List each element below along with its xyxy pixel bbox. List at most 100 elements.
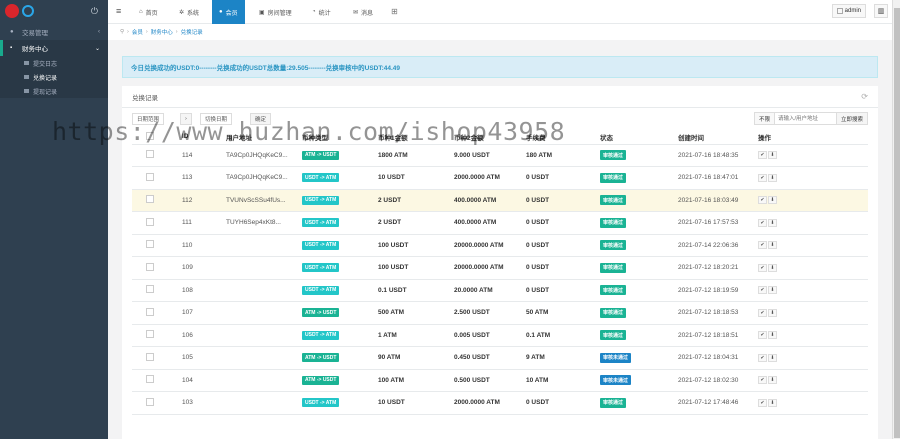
tab-label: 首页 [145, 10, 158, 17]
cell-time: 2021-07-16 18:47:01 [678, 166, 758, 190]
submenu-item-withdraw-record[interactable]: 提现记录 [0, 84, 108, 98]
row-select-cell [132, 189, 182, 212]
sidebar-item-trade[interactable]: ● 交易管理 ‹ [0, 24, 108, 40]
cell-time: 2021-07-16 18:03:49 [678, 189, 758, 212]
approve-button[interactable]: ✔ [758, 286, 767, 295]
tab-label: 房间管理 [267, 10, 292, 17]
breadcrumb-finance[interactable]: 财务中心 [151, 28, 173, 36]
submenu-item-submit-log[interactable]: 提交日志 [0, 56, 108, 70]
tab-system[interactable]: ✲ 系统 [172, 0, 206, 24]
row-checkbox[interactable] [146, 172, 154, 181]
tab-home[interactable]: ⌂ 首页 [132, 0, 165, 24]
fee-value: 0 USDT [526, 264, 550, 272]
row-checkbox[interactable] [146, 195, 154, 204]
cell-fee: 0 USDT [526, 391, 600, 415]
amount1-value: 1800 ATM [378, 151, 408, 159]
pin-button[interactable]: ⬇ [768, 398, 777, 407]
page-scrollbar[interactable] [892, 0, 900, 439]
row-checkbox[interactable] [146, 217, 154, 226]
cell-amount1: 100 ATM [378, 369, 454, 392]
pin-button[interactable]: ⬇ [768, 196, 777, 205]
approve-button[interactable]: ✔ [758, 241, 767, 250]
row-select-cell [132, 346, 182, 370]
approve-button[interactable]: ✔ [758, 151, 767, 160]
cell-id: 110 [182, 234, 226, 257]
menu-toggle-icon[interactable]: ≡ [116, 6, 121, 16]
cell-amount2: 2000.0000 ATM [454, 166, 526, 190]
admin-menu[interactable]: admin [831, 4, 866, 18]
grid-icon[interactable]: ⊞ [391, 7, 398, 16]
search-button-label: 立即搜索 [840, 116, 863, 123]
cell-fee: 0.1 ATM [526, 324, 600, 347]
chevron-down-icon: ⌄ [94, 45, 100, 52]
tab-room[interactable]: ▣ 房间管理 [252, 0, 299, 24]
summary-alert: 今日兑换成功的USDT:0--------兑换成功的USDT总数量:29.505… [122, 56, 878, 78]
search-input[interactable] [774, 112, 837, 125]
row-checkbox[interactable] [146, 352, 154, 361]
breadcrumb-exchange[interactable]: 兑换记录 [181, 28, 203, 36]
row-checkbox[interactable] [146, 285, 154, 294]
cell-status: 审核未通过 [600, 346, 678, 370]
row-checkbox[interactable] [146, 397, 154, 406]
type-badge: USDT -> ATM [302, 173, 340, 183]
pin-button[interactable]: ⬇ [768, 308, 777, 317]
logo-area: ⏻ [0, 0, 108, 24]
cell-time: 2021-07-12 17:48:46 [678, 391, 758, 415]
row-checkbox[interactable] [146, 307, 154, 316]
row-select-cell [132, 279, 182, 302]
row-select-cell [132, 324, 182, 347]
cell-address [226, 369, 302, 392]
cell-actions: ✔ ⬇ [758, 166, 868, 190]
cell-id: 107 [182, 301, 226, 325]
tab-message[interactable]: ✉ 消息 [346, 0, 380, 24]
approve-button[interactable]: ✔ [758, 173, 767, 182]
trash-button[interactable]: ▥ [874, 4, 888, 18]
row-checkbox[interactable] [146, 240, 154, 249]
pin-button[interactable]: ⬇ [768, 376, 777, 385]
location-icon: ⚲ [120, 29, 125, 35]
refresh-icon[interactable]: ⟳ [861, 92, 868, 101]
approve-button[interactable]: ✔ [758, 308, 767, 317]
pin-button[interactable]: ⬇ [768, 151, 777, 160]
filter-select[interactable]: 不限 [753, 112, 775, 125]
approve-button[interactable]: ✔ [758, 218, 767, 227]
approve-button[interactable]: ✔ [758, 376, 767, 385]
pin-button[interactable]: ⬇ [768, 173, 777, 182]
pin-button[interactable]: ⬇ [768, 263, 777, 272]
cell-id: 103 [182, 391, 226, 415]
user-icon: ● [219, 9, 223, 15]
type-badge: USDT -> ATM [302, 218, 340, 228]
pin-button[interactable]: ⬇ [768, 353, 777, 362]
power-icon[interactable]: ⏻ [91, 6, 98, 17]
pin-button[interactable]: ⬇ [768, 218, 777, 227]
cell-amount1: 1 ATM [378, 324, 454, 347]
approve-button[interactable]: ✔ [758, 263, 767, 272]
tab-stats[interactable]: ◔ 统计 [305, 0, 338, 24]
row-checkbox[interactable] [146, 262, 154, 271]
pin-button[interactable]: ⬇ [768, 286, 777, 295]
table-row: 107 ATM -> USDT 500 ATM 2.500 USDT 50 ATM 审核通… [132, 301, 868, 325]
cell-fee: 50 ATM [526, 301, 600, 325]
breadcrumb-member[interactable]: 会员 [132, 28, 143, 36]
cell-amount2: 0.005 USDT [454, 324, 526, 347]
row-checkbox[interactable] [146, 375, 154, 384]
approve-button[interactable]: ✔ [758, 196, 767, 205]
tab-member[interactable]: ● 会员 [212, 0, 245, 24]
pin-button[interactable]: ⬇ [768, 331, 777, 340]
row-checkbox[interactable] [146, 330, 154, 339]
submenu-item-exchange-record[interactable]: 兑换记录 [0, 70, 108, 84]
cell-fee: 0 USDT [526, 234, 600, 257]
cell-time: 2021-07-16 18:48:35 [678, 144, 758, 167]
fee-value: 9 ATM [526, 354, 545, 362]
sidebar-item-finance[interactable]: ▪ 财务中心 ⌄ [0, 40, 108, 56]
approve-button[interactable]: ✔ [758, 331, 767, 340]
row-checkbox[interactable] [146, 150, 154, 159]
cell-address [226, 279, 302, 302]
scrollbar-thumb[interactable] [894, 8, 900, 438]
search-button[interactable]: 立即搜索 [836, 112, 868, 125]
approve-button[interactable]: ✔ [758, 398, 767, 407]
cell-amount2: 400.0000 ATM [454, 211, 526, 235]
pin-button[interactable]: ⬇ [768, 241, 777, 250]
cell-fee: 0 USDT [526, 256, 600, 280]
approve-button[interactable]: ✔ [758, 353, 767, 362]
